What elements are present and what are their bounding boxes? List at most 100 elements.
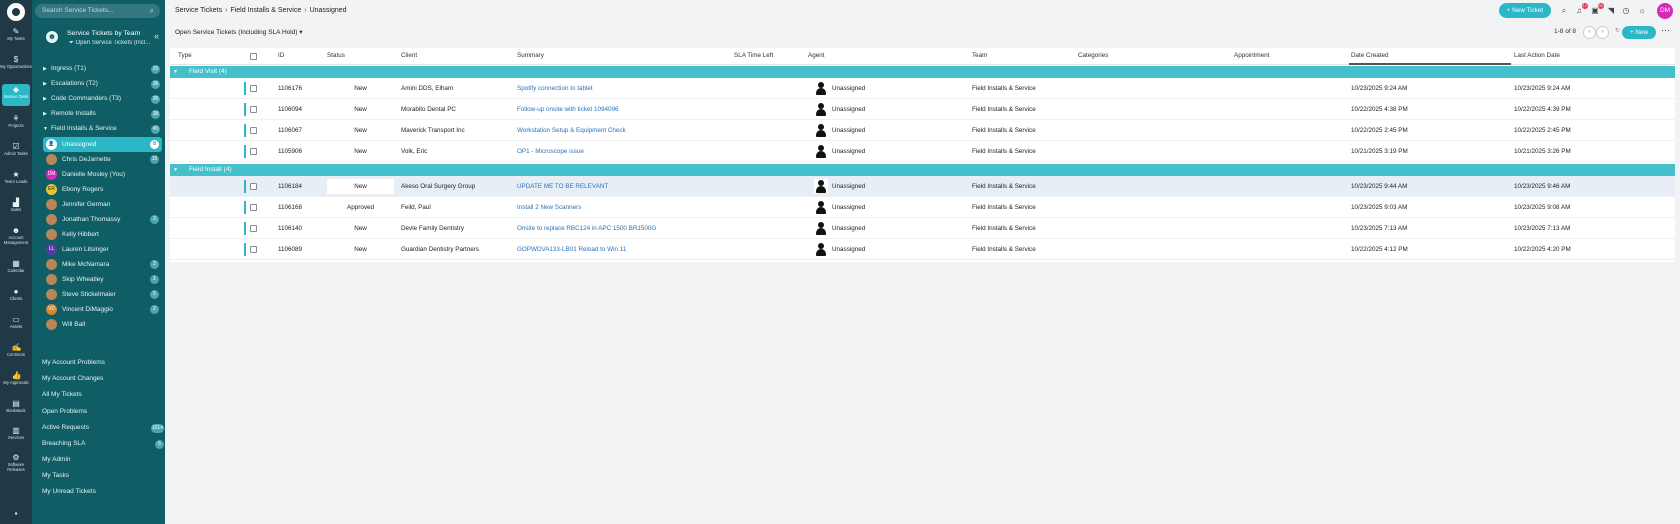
ticket-id[interactable]: 1106176 — [278, 78, 302, 99]
link-my-unread-tickets[interactable]: My Unread Tickets — [42, 485, 162, 499]
search-icon[interactable]: ⌕ — [150, 4, 154, 18]
summary-link[interactable]: Workstation Setup & Equipment Check — [517, 120, 626, 141]
status-cell[interactable]: New — [327, 144, 394, 159]
agent-cell[interactable]: Unassigned — [832, 99, 865, 120]
person-mike[interactable]: Mike McNamara 2 — [43, 257, 162, 272]
col-sla[interactable]: SLA Time Left — [734, 48, 773, 64]
group-ingress[interactable]: ▶ Ingress (T1) 20 — [32, 62, 165, 76]
status-cell[interactable]: New — [327, 221, 394, 236]
status-cell[interactable]: New — [327, 102, 394, 117]
team-subtitle[interactable]: ⏷ Open Service Tickets (Incl... — [69, 40, 161, 47]
select-all-checkbox[interactable] — [250, 53, 257, 60]
link-my-account-changes[interactable]: My Account Changes — [42, 372, 162, 386]
table-row[interactable]: 1106140 New Devle Family Dentistry Onsite t… — [170, 218, 1675, 239]
table-row[interactable]: 1106067 New Maverick Transport Inc Workstat… — [170, 120, 1675, 141]
rail-contracts[interactable]: ✍ Contracts — [0, 344, 32, 358]
summary-link[interactable]: Install 2 New Scanners — [517, 197, 581, 218]
ticket-id[interactable]: 1106094 — [278, 99, 302, 120]
person-steve[interactable]: Steve Stickelmaier 5 — [43, 287, 162, 302]
summary-link[interactable]: Onsite to replace RBC124 in APC 1500 BR1… — [517, 218, 656, 239]
rail-assets[interactable]: ▭ Assets — [0, 316, 32, 330]
status-cell[interactable]: New — [327, 81, 394, 96]
group-code-commanders[interactable]: ▶ Code Commanders (T3) 35 — [32, 92, 165, 106]
col-team[interactable]: Team — [972, 48, 987, 64]
col-status[interactable]: Status — [327, 48, 345, 64]
rail-clients[interactable]: ● Clients — [0, 288, 32, 302]
person-jennifer[interactable]: Jennifer German — [43, 197, 162, 212]
person-danielle[interactable]: DM Danielle Mosley (You) — [43, 167, 162, 182]
col-categories[interactable]: Categories — [1078, 48, 1108, 64]
table-row[interactable]: 1106168 Approved Feild, Paul Install 2 New … — [170, 197, 1675, 218]
row-checkbox[interactable] — [250, 148, 257, 155]
link-my-tasks[interactable]: My Tasks — [42, 469, 162, 483]
summary-link[interactable]: GOPWDVA133-LB01 Reload to Win 11 — [517, 239, 626, 260]
search-input[interactable]: Search Service Tickets... ⌕ — [35, 4, 160, 18]
breadcrumb-service-tickets[interactable]: Service Tickets — [175, 7, 222, 14]
rail-sales[interactable]: ▟ Sales — [0, 199, 32, 213]
rail-services[interactable]: ▥ Services — [0, 427, 32, 441]
table-row[interactable]: 1106089 New Guardian Dentistry Partners GOP… — [170, 239, 1675, 260]
col-id[interactable]: ID — [278, 48, 284, 64]
summary-link[interactable]: Follow-up onsite with ticket 1094096 — [517, 99, 619, 120]
client-cell[interactable]: Morabito Dental PC — [401, 99, 456, 120]
col-date-created[interactable]: Date Created — [1351, 48, 1388, 64]
group-remote-installs[interactable]: ▶ Remote Installs 38 — [32, 107, 165, 121]
table-row[interactable]: 1106184 New Akeso Oral Surgery Group UPDATE… — [170, 176, 1675, 197]
rail-team-leads[interactable]: ★ Team Leads — [0, 171, 32, 185]
summary-link[interactable]: Spotify connection to tablet — [517, 78, 593, 99]
group-field-install[interactable]: ▼ Field Install (4) — [170, 164, 1675, 176]
client-cell[interactable]: Akeso Oral Surgery Group — [401, 176, 475, 197]
col-last-action[interactable]: Last Action Date — [1514, 48, 1560, 64]
ticket-id[interactable]: 1106067 — [278, 120, 302, 141]
rail-account-management[interactable]: ☻ Account Management — [0, 227, 32, 245]
prev-page-button[interactable]: ‹ — [1583, 26, 1596, 39]
person-will[interactable]: Will Ball — [43, 317, 162, 332]
row-checkbox[interactable] — [250, 127, 257, 134]
col-agent[interactable]: Agent — [808, 48, 824, 64]
search-icon[interactable]: ⌕ — [1559, 6, 1569, 16]
person-chris[interactable]: Chris DeJarnette 10 — [43, 152, 162, 167]
link-breaching-sla[interactable]: Breaching SLA 6 — [42, 437, 164, 451]
rail-more[interactable]: ▪ — [0, 510, 32, 519]
user-avatar[interactable]: DM — [1657, 3, 1673, 19]
client-cell[interactable]: Volk, Eric — [401, 141, 427, 162]
client-cell[interactable]: Devle Family Dentistry — [401, 218, 464, 239]
agent-cell[interactable]: Unassigned — [832, 218, 865, 239]
ticket-id[interactable]: 1106184 — [278, 176, 302, 197]
collapse-icon[interactable]: « — [154, 31, 159, 41]
breadcrumb-field-installs[interactable]: Field Installs & Service — [230, 7, 301, 14]
client-cell[interactable]: Guardian Dentistry Partners — [401, 239, 479, 260]
ticket-id[interactable]: 1106168 — [278, 197, 302, 218]
row-checkbox[interactable] — [250, 204, 257, 211]
row-checkbox[interactable] — [250, 246, 257, 253]
rail-my-opportunities[interactable]: $ My Opportunities — [0, 56, 32, 70]
rss-icon[interactable]: ◥ — [1606, 6, 1616, 16]
lightbulb-icon[interactable]: ☼ — [1637, 6, 1647, 16]
link-all-my-tickets[interactable]: All My Tickets — [42, 388, 162, 402]
bell-icon[interactable]: ♫ 12 — [1574, 3, 1588, 16]
person-unassigned[interactable]: 👤 Unassigned 8 — [43, 137, 162, 152]
client-cell[interactable]: Amini DDS, Elham — [401, 78, 453, 99]
ticket-id[interactable]: 1105906 — [278, 141, 302, 162]
agent-cell[interactable]: Unassigned — [832, 176, 865, 197]
view-select[interactable]: Open Service Tickets (Including SLA Hold… — [175, 28, 303, 36]
row-checkbox[interactable] — [250, 106, 257, 113]
person-vincent[interactable]: VD Vincent DiMaggio 2 — [43, 302, 162, 317]
person-kelly[interactable]: Kelly Hibbert — [43, 227, 162, 242]
status-cell[interactable]: New — [327, 123, 394, 138]
person-skip[interactable]: Skip Wheatley 1 — [43, 272, 162, 287]
link-open-problems[interactable]: Open Problems — [42, 405, 162, 419]
status-cell[interactable]: New — [327, 179, 394, 194]
summary-link[interactable]: UPDATE ME TO BE RELEVANT — [517, 176, 608, 197]
col-appointment[interactable]: Appointment — [1234, 48, 1269, 64]
rail-bookstack[interactable]: ▤ Bookstack — [0, 400, 32, 414]
agent-cell[interactable]: Unassigned — [832, 141, 865, 162]
ticket-id[interactable]: 1106089 — [278, 239, 302, 260]
new-ticket-button[interactable]: + New Ticket — [1499, 3, 1551, 18]
rail-my-approvals[interactable]: 👍 My Approvals — [0, 372, 32, 386]
inbox-icon[interactable]: ▣ 50 — [1590, 3, 1604, 16]
col-type[interactable]: Type — [178, 48, 192, 64]
status-cell[interactable]: New — [327, 242, 394, 257]
client-cell[interactable]: Maverick Transport Inc — [401, 120, 465, 141]
link-my-admin[interactable]: My Admin — [42, 453, 162, 467]
